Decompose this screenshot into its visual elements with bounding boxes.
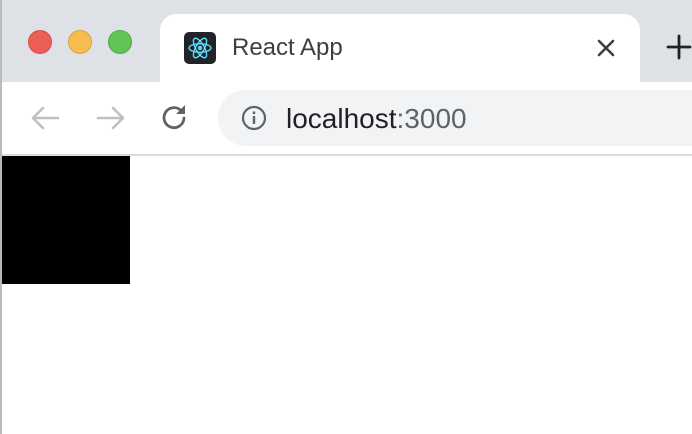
tab-react-app[interactable]: React App [160, 14, 640, 82]
black-square [2, 156, 130, 284]
arrow-right-icon[interactable] [92, 100, 128, 136]
react-logo-icon [184, 32, 216, 64]
toolbar: localhost:3000 [2, 82, 692, 154]
browser-window: React App localhost:3000 [0, 0, 692, 434]
info-icon[interactable] [240, 104, 268, 132]
tab-title: React App [232, 34, 343, 61]
page-content [2, 156, 692, 434]
reload-icon[interactable] [156, 100, 192, 136]
plus-icon[interactable] [664, 32, 692, 62]
window-minimize-button[interactable] [68, 30, 92, 54]
url-text: localhost:3000 [286, 104, 467, 134]
url-port: :3000 [396, 103, 467, 134]
window-close-button[interactable] [28, 30, 52, 54]
url-host: localhost [286, 103, 397, 134]
address-bar[interactable]: localhost:3000 [218, 90, 692, 146]
arrow-left-icon[interactable] [28, 100, 64, 136]
tab-strip: React App [2, 0, 692, 82]
window-zoom-button[interactable] [108, 30, 132, 54]
close-icon[interactable] [592, 34, 620, 62]
